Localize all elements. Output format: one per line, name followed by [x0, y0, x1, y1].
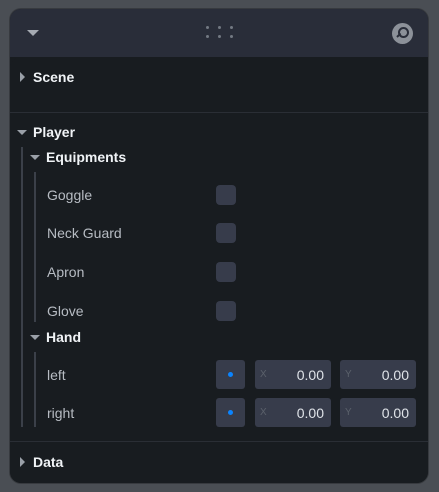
neck-guard-label: Neck Guard	[47, 225, 122, 241]
x-value: 0.00	[296, 404, 324, 421]
hand-right-x-input[interactable]: X 0.00	[255, 398, 331, 427]
folder-hand-title: Hand	[46, 329, 81, 345]
caret-down-icon	[17, 129, 27, 135]
x-axis-label: X	[260, 369, 267, 380]
apron-label: Apron	[47, 264, 85, 280]
folder-data-title: Data	[33, 454, 64, 470]
x-value: 0.00	[296, 366, 324, 383]
player-indent-guide	[21, 147, 23, 427]
drag-dot	[230, 35, 233, 38]
hand-indent-guide	[34, 352, 36, 427]
folder-scene-title: Scene	[33, 69, 75, 85]
divider	[10, 112, 428, 113]
y-value: 0.00	[381, 366, 409, 383]
panel-collapse-icon[interactable]	[24, 27, 44, 41]
y-value: 0.00	[381, 404, 409, 421]
y-axis-label: Y	[345, 407, 352, 418]
folder-equipments-title: Equipments	[46, 149, 127, 165]
panel-titlebar	[10, 9, 428, 57]
goggle-label: Goggle	[47, 187, 93, 203]
folder-equipments[interactable]: Equipments	[30, 145, 126, 169]
joystick-dot-icon	[228, 410, 233, 415]
glove-checkbox[interactable]	[216, 301, 236, 321]
neck-guard-checkbox[interactable]	[216, 223, 236, 243]
caret-down-icon	[30, 154, 40, 160]
equipments-indent-guide	[34, 172, 36, 322]
hand-left-y-input[interactable]: Y 0.00	[340, 360, 416, 389]
hand-right-label: right	[47, 405, 75, 421]
drag-dot	[230, 26, 233, 29]
apron-checkbox[interactable]	[216, 262, 236, 282]
panel-content: Scene Player Equipments Goggle Neck Guar…	[10, 57, 428, 483]
drag-dot	[206, 35, 209, 38]
folder-hand[interactable]: Hand	[30, 325, 81, 349]
search-icon[interactable]	[392, 23, 413, 44]
folder-scene[interactable]: Scene	[20, 65, 74, 89]
drag-handle-icon[interactable]	[206, 26, 233, 40]
folder-player[interactable]: Player	[17, 120, 75, 144]
folder-player-title: Player	[33, 124, 76, 140]
control-panel: Scene Player Equipments Goggle Neck Guar…	[10, 9, 428, 483]
caret-right-icon	[20, 72, 25, 82]
y-axis-label: Y	[345, 369, 352, 380]
drag-dot	[218, 26, 221, 29]
hand-left-label: left	[47, 367, 66, 383]
glove-label: Glove	[47, 303, 84, 319]
drag-dot	[206, 26, 209, 29]
hand-left-x-input[interactable]: X 0.00	[255, 360, 331, 389]
hand-right-y-input[interactable]: Y 0.00	[340, 398, 416, 427]
caret-right-icon	[20, 457, 25, 467]
drag-dot	[218, 35, 221, 38]
x-axis-label: X	[260, 407, 267, 418]
divider	[10, 441, 428, 442]
hand-right-joystick-button[interactable]	[216, 398, 245, 427]
hand-left-joystick-button[interactable]	[216, 360, 245, 389]
folder-data[interactable]: Data	[20, 450, 63, 474]
joystick-dot-icon	[228, 372, 233, 377]
caret-down-icon	[30, 334, 40, 340]
goggle-checkbox[interactable]	[216, 185, 236, 205]
